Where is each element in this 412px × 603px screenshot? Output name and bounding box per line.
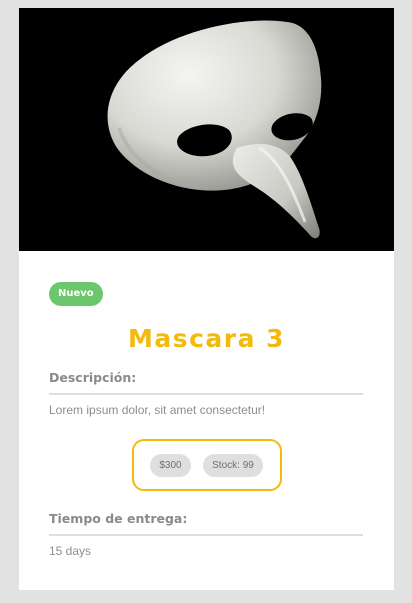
mask-illustration: [19, 8, 394, 251]
price-stock-box: $300 Stock: 99: [132, 439, 282, 491]
price-tag: $300: [150, 454, 191, 477]
description-text: Lorem ipsum dolor, sit amet consectetur!: [49, 403, 266, 417]
delivery-label: Tiempo de entrega:: [49, 511, 188, 526]
delivery-value: 15 days: [49, 544, 92, 558]
product-card: Nuevo Mascara 3 Descripción: Lorem ipsum…: [19, 8, 394, 590]
status-badge: Nuevo: [49, 282, 103, 306]
stock-tag: Stock: 99: [203, 454, 263, 477]
product-image: [19, 8, 394, 251]
description-label: Descripción:: [49, 370, 137, 385]
product-title: Mascara 3: [127, 324, 286, 353]
delivery-divider: [49, 534, 363, 536]
description-divider: [49, 393, 363, 395]
